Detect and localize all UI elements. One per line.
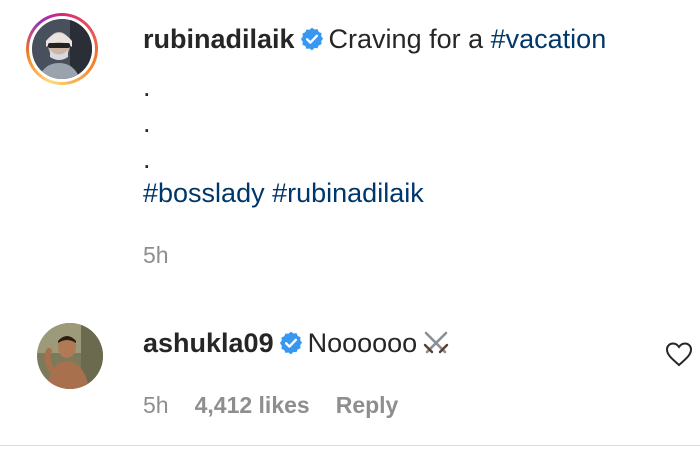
caption-dot: . <box>143 144 151 174</box>
verified-badge-icon <box>279 331 302 355</box>
comment-timestamp[interactable]: 5h <box>143 392 169 419</box>
caption-hashtags: #bosslady #rubinadilaik <box>143 176 424 210</box>
heart-outline-icon[interactable] <box>665 341 693 367</box>
post-author-avatar-ring[interactable] <box>26 13 98 85</box>
divider <box>0 445 700 446</box>
hashtag-rubinadilaik[interactable]: #rubinadilaik <box>272 178 424 208</box>
hashtag-vacation[interactable]: #vacation <box>491 24 607 54</box>
post-username[interactable]: rubinadilaik <box>143 24 295 54</box>
caption-first-line: rubinadilaik Craving for a #vacation <box>143 22 688 56</box>
post-caption: rubinadilaik Craving for a #vacation . . … <box>0 0 700 300</box>
comment-likes-count[interactable]: 4,412 likes <box>195 392 310 419</box>
post-timestamp[interactable]: 5h <box>143 242 169 269</box>
caption-dot: . <box>143 108 151 138</box>
post-author-avatar[interactable] <box>32 19 92 79</box>
comment-text: Noooooo <box>307 328 418 358</box>
caption-text: Craving for a <box>328 24 491 54</box>
comment-meta: 5h 4,412 likes Reply <box>143 392 398 419</box>
crossed-swords-icon <box>424 331 449 354</box>
comment-body: ashukla09 Noooooo <box>143 326 643 360</box>
commenter-avatar[interactable] <box>37 323 103 389</box>
verified-badge-icon <box>300 27 323 51</box>
hashtag-bosslady[interactable]: #bosslady <box>143 178 265 208</box>
reply-button[interactable]: Reply <box>336 392 399 419</box>
caption-dot: . <box>143 72 151 102</box>
comment-username[interactable]: ashukla09 <box>143 328 274 358</box>
